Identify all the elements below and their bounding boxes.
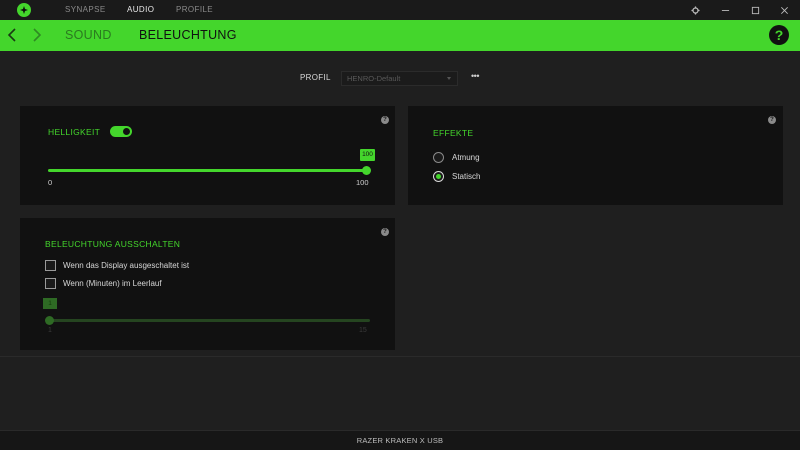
- checkbox-idle[interactable]: [45, 278, 56, 289]
- topnav-profile[interactable]: PROFILE: [176, 0, 213, 20]
- title-bar: SYNAPSE AUDIO PROFILE: [0, 0, 800, 20]
- toggle-knob: [123, 128, 130, 135]
- more-options-icon[interactable]: •••: [469, 72, 481, 84]
- minimize-icon[interactable]: [717, 0, 733, 20]
- divider: [0, 356, 800, 357]
- radio-atmung-label: Atmung: [452, 153, 480, 162]
- checkbox-display-off[interactable]: [45, 260, 56, 271]
- radio-selected-dot: [436, 174, 441, 179]
- brightness-title: HELLIGKEIT: [48, 127, 101, 137]
- radio-atmung[interactable]: [433, 152, 444, 163]
- brightness-panel: ? HELLIGKEIT 100 0 100: [20, 106, 395, 205]
- settings-gear-icon[interactable]: [687, 0, 703, 20]
- topnav-audio[interactable]: AUDIO: [127, 0, 154, 20]
- radio-statisch-label: Statisch: [452, 172, 481, 181]
- chevron-down-icon: [447, 77, 451, 80]
- effects-panel: ? EFFEKTE Atmung Statisch: [408, 106, 783, 205]
- checkbox-display-off-label: Wenn das Display ausgeschaltet ist: [63, 261, 190, 270]
- help-icon[interactable]: ?: [768, 116, 776, 124]
- idle-value-bubble: 1: [43, 298, 57, 309]
- tab-sound[interactable]: SOUND: [65, 20, 112, 51]
- topnav-synapse[interactable]: SYNAPSE: [65, 0, 106, 20]
- lighting-off-panel: ? BELEUCHTUNG AUSSCHALTEN Wenn das Displ…: [20, 218, 395, 350]
- radio-statisch[interactable]: [433, 171, 444, 182]
- help-icon[interactable]: ?: [381, 116, 389, 124]
- effects-title: EFFEKTE: [433, 128, 474, 138]
- close-icon[interactable]: [776, 0, 792, 20]
- idle-slider-thumb: [45, 316, 54, 325]
- brightness-min-label: 0: [48, 178, 53, 187]
- checkbox-idle-label: Wenn (Minuten) im Leerlauf: [63, 279, 162, 288]
- forward-arrow-icon[interactable]: [30, 26, 44, 44]
- brightness-toggle[interactable]: [110, 126, 132, 137]
- device-footer: RAZER KRAKEN X USB: [0, 430, 800, 450]
- idle-slider-track: [48, 319, 370, 322]
- lighting-off-title: BELEUCHTUNG AUSSCHALTEN: [45, 239, 181, 249]
- profile-label: PROFIL: [300, 73, 331, 82]
- help-icon[interactable]: ?: [769, 25, 789, 45]
- brightness-max-label: 100: [356, 178, 369, 187]
- brightness-value-bubble: 100: [360, 149, 375, 161]
- profile-dropdown[interactable]: HENRO-Default: [341, 71, 458, 86]
- maximize-icon[interactable]: [747, 0, 763, 20]
- brightness-slider-thumb[interactable]: [362, 166, 371, 175]
- idle-max-label: 15: [359, 327, 367, 334]
- help-icon[interactable]: ?: [381, 228, 389, 236]
- profile-selected-value: HENRO-Default: [347, 74, 401, 83]
- device-name: RAZER KRAKEN X USB: [356, 436, 444, 445]
- brightness-slider-track[interactable]: [48, 169, 370, 172]
- idle-min-label: 1: [48, 327, 52, 334]
- back-arrow-icon[interactable]: [6, 26, 20, 44]
- section-header-bar: SOUND BELEUCHTUNG ?: [0, 20, 800, 51]
- razer-logo-icon[interactable]: [17, 3, 31, 17]
- tab-beleuchtung[interactable]: BELEUCHTUNG: [139, 20, 237, 51]
